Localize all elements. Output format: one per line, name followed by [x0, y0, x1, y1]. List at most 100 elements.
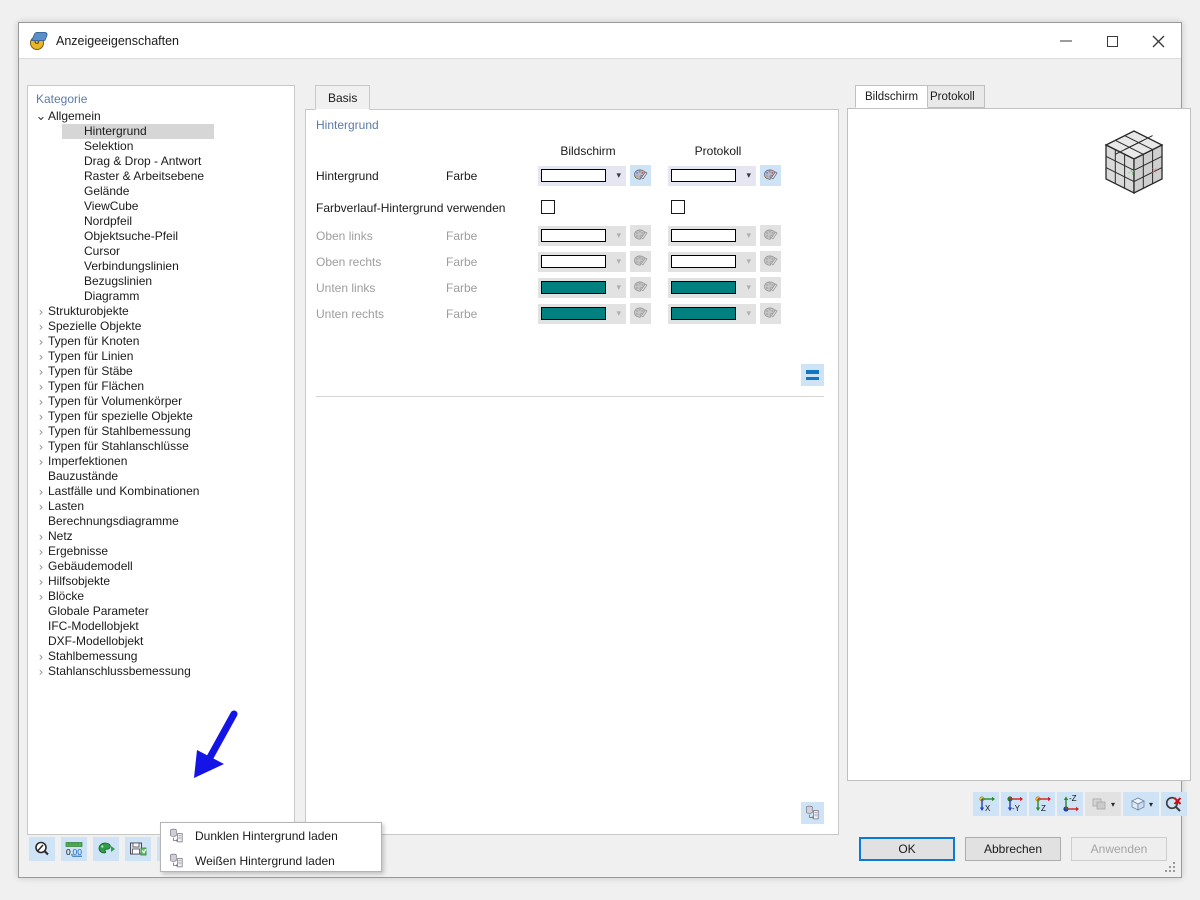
tree-item-typen-für-stahlanschlüsse[interactable]: ›Typen für Stahlanschlüsse: [28, 439, 294, 454]
tree-item-cursor[interactable]: Cursor: [28, 244, 294, 259]
view-z-axis-button[interactable]: Z: [1029, 792, 1055, 816]
tree-item-drag-drop-antwort[interactable]: Drag & Drop - Antwort: [28, 154, 294, 169]
screen-color-control-4: ▾: [538, 303, 651, 324]
tree-item-netz[interactable]: ›Netz: [28, 529, 294, 544]
preview-canvas[interactable]: -Y X: [847, 108, 1191, 781]
find-tool-button[interactable]: [29, 837, 55, 861]
tab-basis[interactable]: Basis: [315, 85, 370, 110]
tree-item-strukturobjekte[interactable]: ›Strukturobjekte: [28, 304, 294, 319]
view-cube-icon[interactable]: -Y X: [1092, 123, 1172, 203]
tree-item-hintergrund[interactable]: Hintergrund: [28, 124, 294, 139]
chevron-right-icon: ›: [34, 575, 48, 589]
tree-item-bauzustände[interactable]: Bauzustände: [28, 469, 294, 484]
tree-item-blöcke[interactable]: ›Blöcke: [28, 589, 294, 604]
color-combo-screen-0[interactable]: ▾: [538, 166, 626, 186]
palette-icon: [763, 168, 778, 183]
tree-item-imperfektionen[interactable]: ›Imperfektionen: [28, 454, 294, 469]
tree-item-lasten[interactable]: ›Lasten: [28, 499, 294, 514]
palette-icon: [633, 280, 648, 295]
tree-item-globale-parameter[interactable]: Globale Parameter: [28, 604, 294, 619]
tree-item-diagramm[interactable]: Diagramm: [28, 289, 294, 304]
tree-item-lastfälle-und-kombinationen[interactable]: ›Lastfälle und Kombinationen: [28, 484, 294, 499]
row-oben-links: Oben linksFarbe ▾ ▾: [306, 224, 838, 250]
tree-item-typen-für-linien[interactable]: ›Typen für Linien: [28, 349, 294, 364]
tree-item-verbindungslinien[interactable]: Verbindungslinien: [28, 259, 294, 274]
gradient-checkbox-log[interactable]: [671, 200, 685, 214]
tree-item-viewcube[interactable]: ViewCube: [28, 199, 294, 214]
category-tree[interactable]: ⌄AllgemeinHintergrundSelektionDrag & Dro…: [28, 109, 294, 679]
tree-item-label: Typen für Stäbe: [48, 364, 133, 379]
tree-item-typen-für-spezielle-objekte[interactable]: ›Typen für spezielle Objekte: [28, 409, 294, 424]
tree-item-stahlanschlussbemessung[interactable]: ›Stahlanschlussbemessung: [28, 664, 294, 679]
load-background-menu[interactable]: Dunklen Hintergrund laden Weißen Hinterg…: [160, 822, 382, 872]
view-minus-z-button[interactable]: -Z: [1057, 792, 1083, 816]
cancel-button[interactable]: Abbrechen: [965, 837, 1061, 861]
chevron-right-icon: ›: [34, 530, 48, 544]
tree-item-dxf-modellobjekt[interactable]: DXF-Modellobjekt: [28, 634, 294, 649]
tree-item-label: Netz: [48, 529, 73, 544]
tree-item-gebäudemodell[interactable]: ›Gebäudemodell: [28, 559, 294, 574]
color-picker-button-screen-0[interactable]: [630, 165, 651, 186]
tree-item-stahlbemessung[interactable]: ›Stahlbemessung: [28, 649, 294, 664]
chevron-right-icon: ›: [34, 455, 48, 469]
preview-panel: Bildschirm Protokoll: [847, 85, 1191, 835]
row-label: Unten rechts: [316, 307, 384, 321]
preview-tab-protokoll[interactable]: Protokoll: [920, 85, 985, 108]
svg-text:Z: Z: [1041, 804, 1046, 813]
tree-item-objektsuche-pfeil[interactable]: Objektsuche-Pfeil: [28, 229, 294, 244]
column-headers: Bildschirm Protokoll: [306, 142, 838, 164]
resize-grip[interactable]: [1165, 862, 1177, 874]
ok-button[interactable]: OK: [859, 837, 955, 861]
palette-icon: [763, 254, 778, 269]
tree-item-label: Typen für Linien: [48, 349, 133, 364]
preview-tab-bildschirm[interactable]: Bildschirm: [855, 85, 928, 108]
load-settings-button[interactable]: [801, 802, 824, 824]
color-combo-log-3: ▾: [668, 278, 756, 298]
gradient-checkbox-screen[interactable]: [541, 200, 555, 214]
tree-item-hilfsobjekte[interactable]: ›Hilfsobjekte: [28, 574, 294, 589]
save-settings-button[interactable]: [125, 837, 151, 861]
tree-item-selektion[interactable]: Selektion: [28, 139, 294, 154]
tree-item-label: Diagramm: [62, 289, 139, 304]
color-picker-button-log-4: [760, 303, 781, 324]
view-y-axis-button[interactable]: -Y: [1001, 792, 1027, 816]
view-x-axis-button[interactable]: X: [973, 792, 999, 816]
tree-item-ergebnisse[interactable]: ›Ergebnisse: [28, 544, 294, 559]
menu-item-dark-background[interactable]: Dunklen Hintergrund laden: [161, 823, 381, 848]
close-button[interactable]: [1135, 23, 1181, 59]
minimize-button[interactable]: [1043, 23, 1089, 59]
tree-item-berechnungsdiagramme[interactable]: Berechnungsdiagramme: [28, 514, 294, 529]
maximize-button[interactable]: [1089, 23, 1135, 59]
tree-item-raster-arbeitsebene[interactable]: Raster & Arbeitsebene: [28, 169, 294, 184]
tree-item-label: Verbindungslinien: [62, 259, 179, 274]
tree-item-typen-für-knoten[interactable]: ›Typen für Knoten: [28, 334, 294, 349]
equalize-columns-button[interactable]: [801, 364, 824, 386]
chevron-down-icon: ⌄: [34, 114, 48, 120]
tree-item-nordpfeil[interactable]: Nordpfeil: [28, 214, 294, 229]
decimals-tool-button[interactable]: 0, 00: [61, 837, 87, 861]
category-panel: Kategorie ⌄AllgemeinHintergrundSelektion…: [27, 85, 295, 835]
color-combo-log-0[interactable]: ▾: [668, 166, 756, 186]
reset-zoom-button[interactable]: [1161, 792, 1187, 816]
color-picker-button-log-0[interactable]: [760, 165, 781, 186]
tree-item-typen-für-flächen[interactable]: ›Typen für Flächen: [28, 379, 294, 394]
tree-item-gelände[interactable]: Gelände: [28, 184, 294, 199]
tree-item-label: Hintergrund: [62, 124, 214, 139]
tree-item-bezugslinien[interactable]: Bezugslinien: [28, 274, 294, 289]
tree-item-spezielle-objekte[interactable]: ›Spezielle Objekte: [28, 319, 294, 334]
tree-item-ifc-modellobjekt[interactable]: IFC-Modellobjekt: [28, 619, 294, 634]
projection-button[interactable]: ▾: [1123, 792, 1159, 816]
tree-item-label: Ergebnisse: [48, 544, 108, 559]
menu-item-white-background[interactable]: Weißen Hintergrund laden: [161, 848, 381, 873]
tree-item-allgemein[interactable]: ⌄Allgemein: [28, 109, 294, 124]
tree-item-typen-für-stahlbemessung[interactable]: ›Typen für Stahlbemessung: [28, 424, 294, 439]
log-color-control-4: ▾: [668, 303, 781, 324]
tree-item-label: Spezielle Objekte: [48, 319, 141, 334]
chevron-down-icon: ▾: [616, 309, 621, 319]
palette-icon: [633, 168, 648, 183]
preview-tab-strip: Bildschirm Protokoll: [847, 85, 1191, 108]
color-swatch: [541, 307, 606, 320]
tree-item-typen-für-stäbe[interactable]: ›Typen für Stäbe: [28, 364, 294, 379]
tree-item-typen-für-volumenkörper[interactable]: ›Typen für Volumenkörper: [28, 394, 294, 409]
colors-tool-button[interactable]: [93, 837, 119, 861]
